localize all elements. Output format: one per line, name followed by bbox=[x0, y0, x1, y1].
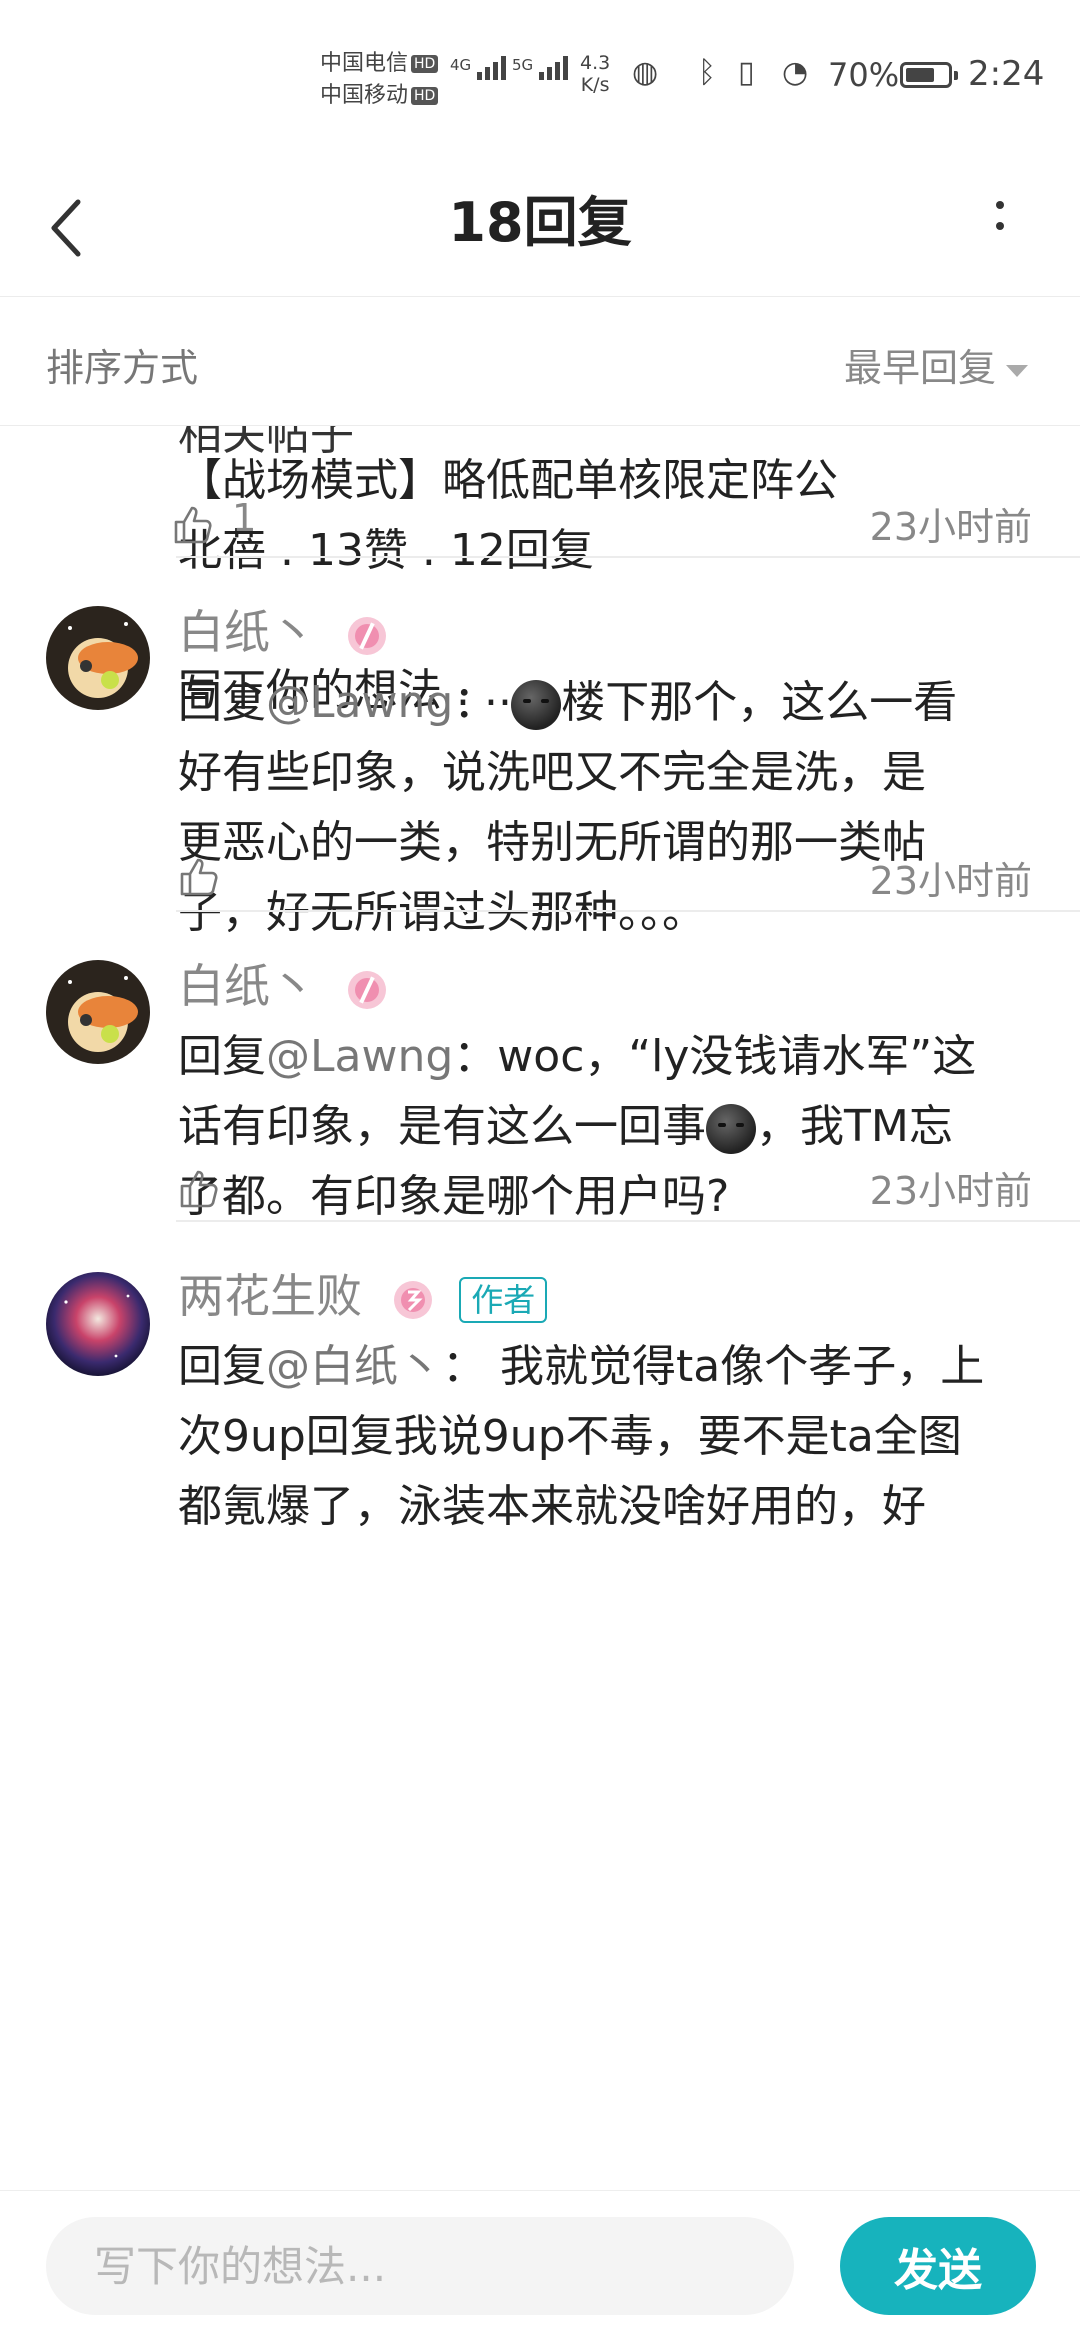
reply-input[interactable] bbox=[46, 2217, 794, 2315]
sort-bar: 排序方式 最早回复 bbox=[0, 297, 1080, 426]
mention-link[interactable]: @白纸丶 bbox=[266, 1341, 442, 1392]
caret-down-icon bbox=[1006, 364, 1028, 377]
divider bbox=[176, 910, 1080, 912]
reply-prefix: 回复 bbox=[178, 677, 266, 728]
page-title: 18回复 bbox=[448, 191, 632, 254]
comment-line: 话有印象，是有这么一回事 bbox=[178, 1101, 706, 1152]
level-badge-icon bbox=[393, 1280, 432, 1319]
comment-author[interactable]: 白纸丶 bbox=[178, 950, 389, 1016]
comment-time: 23小时前 bbox=[869, 1169, 1032, 1213]
comment-line: woc，“ly没钱请水军”这 bbox=[497, 1031, 977, 1082]
comment-line: 都氪爆了，泳装本来就没啥好用的，好 bbox=[178, 1481, 926, 1532]
carrier-1: 中国电信 bbox=[320, 51, 409, 76]
hd-badge: HD bbox=[411, 87, 439, 105]
author-tag: 作者 bbox=[459, 1276, 548, 1323]
level-badge-icon bbox=[347, 970, 386, 1009]
smirk-emoji-icon bbox=[511, 680, 562, 730]
signal-4g-icon: 4G bbox=[450, 56, 507, 80]
more-options-button[interactable] bbox=[980, 188, 1020, 258]
divider bbox=[176, 1220, 1080, 1222]
smirk-emoji-icon bbox=[706, 1104, 756, 1154]
app-header: 18回复 bbox=[0, 150, 1080, 297]
mention-link[interactable]: @Lawng bbox=[266, 1031, 453, 1082]
comment-author[interactable]: 白纸丶 bbox=[178, 596, 389, 662]
separator: ： bbox=[453, 1031, 498, 1082]
speedometer-icon: ◔ bbox=[782, 55, 809, 90]
vibrate-icon: ▯ bbox=[738, 55, 755, 90]
reply-prefix: 回复 bbox=[178, 1031, 266, 1082]
level-badge-icon bbox=[347, 616, 386, 655]
speed-value: 4.3 bbox=[580, 52, 611, 74]
reply-list: 相关帖子 【战场模式】略低配单核限定阵公 北蓓 . 13赞 . 12回复 写下你… bbox=[0, 426, 1080, 2190]
comment-author[interactable]: 两花生败 作者 bbox=[178, 1260, 548, 1326]
comment-line: 次9up回复我说9up不毒，要不是ta全图 bbox=[178, 1411, 962, 1462]
comment-line: 我就觉得ta像个孝子，上 bbox=[486, 1341, 985, 1392]
avatar[interactable] bbox=[46, 606, 150, 710]
network-5g-label: 5G bbox=[512, 56, 534, 74]
comment-line: 好有些印象，说洗吧又不完全是洗，是 bbox=[178, 747, 926, 798]
comment-body: 回复@白纸丶： 我就觉得ta像个孝子，上 次9up回复我说9up不毒，要不是ta… bbox=[178, 1332, 1038, 1542]
post-time: 23小时前 bbox=[869, 505, 1032, 549]
sort-dropdown[interactable]: 最早回复 bbox=[844, 337, 1028, 392]
username: 白纸丶 bbox=[178, 959, 316, 1013]
username: 白纸丶 bbox=[178, 605, 316, 659]
like-count: 1 bbox=[232, 496, 257, 540]
avatar[interactable] bbox=[46, 960, 150, 1064]
separator: ： bbox=[442, 1341, 486, 1392]
reply-prefix: 回复 bbox=[178, 1341, 266, 1392]
send-button[interactable]: 发送 bbox=[840, 2217, 1036, 2315]
battery-icon bbox=[900, 62, 958, 88]
signal-5g-icon: 5G bbox=[512, 56, 569, 80]
reply-input-bar: 发送 bbox=[0, 2190, 1080, 2341]
sort-label: 排序方式 bbox=[46, 346, 199, 390]
status-bar: 中国电信 HD 中国移动 HD 4G 5G 4.3 K/s ◍ ᛒ ▯ ◔ 70% … bbox=[0, 0, 1080, 150]
comment-line: ，我TM忘 bbox=[756, 1101, 953, 1152]
comment-body: 回复@Lawng： 楼下那个，这么一看 好有些印象，说洗吧又不完全是洗，是 更恶… bbox=[178, 668, 1038, 948]
network-4g-label: 4G bbox=[450, 56, 472, 74]
comment-line: 楼下那个，这么一看 bbox=[561, 677, 958, 728]
thumb-up-icon[interactable] bbox=[178, 1166, 222, 1210]
divider bbox=[176, 556, 1080, 558]
location-icon: ◍ bbox=[632, 55, 659, 90]
carrier-info: 中国电信 HD 中国移动 HD bbox=[320, 48, 439, 112]
battery-percent: 70% bbox=[828, 56, 900, 94]
avatar[interactable] bbox=[46, 1272, 150, 1376]
carrier-2: 中国移动 bbox=[320, 83, 409, 108]
thumb-up-icon[interactable] bbox=[172, 502, 216, 546]
mention-link[interactable]: @Lawng bbox=[266, 677, 453, 728]
speed-unit: K/s bbox=[580, 74, 610, 96]
separator: ： bbox=[453, 677, 498, 728]
hd-badge: HD bbox=[411, 55, 439, 73]
comment-time: 23小时前 bbox=[869, 859, 1032, 903]
clock: 2:24 bbox=[968, 54, 1045, 94]
username: 两花生败 bbox=[178, 1269, 362, 1323]
bluetooth-icon: ᛒ bbox=[698, 55, 716, 90]
sort-value: 最早回复 bbox=[843, 346, 996, 390]
thumb-up-icon[interactable] bbox=[178, 854, 222, 898]
network-speed: 4.3 K/s bbox=[580, 52, 610, 96]
